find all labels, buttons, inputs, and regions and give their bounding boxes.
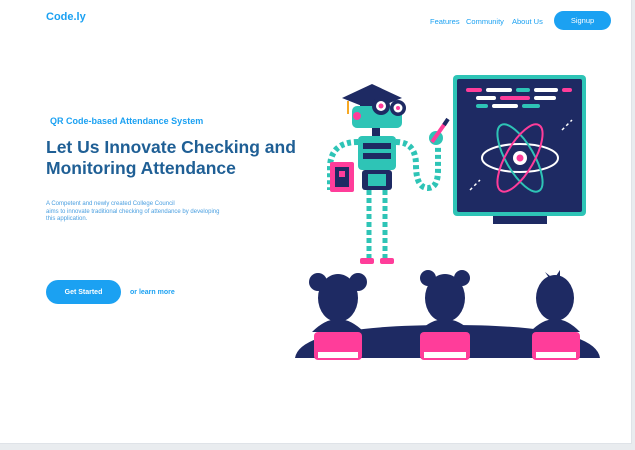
hero-title-line-2: Monitoring Attendance xyxy=(46,158,236,178)
hero-description-line-3: this application. xyxy=(46,216,88,223)
signup-button[interactable]: Signup xyxy=(554,11,611,30)
chalkboard xyxy=(453,75,586,224)
audience xyxy=(295,270,600,360)
robot-teacher xyxy=(327,84,450,264)
hero-title: Let Us Innovate Checking and Monitoring … xyxy=(46,137,306,179)
hero-description-line-2: aims to innovate traditional checking of… xyxy=(46,208,220,215)
learn-more-link[interactable]: or learn more xyxy=(130,289,175,296)
hero-illustration xyxy=(295,75,600,360)
nav-link-community[interactable]: Community xyxy=(466,17,504,26)
hero-title-line-1: Let Us Innovate Checking and xyxy=(46,137,296,157)
nav-link-about-us[interactable]: About Us xyxy=(512,17,543,26)
get-started-button[interactable]: Get Started xyxy=(46,280,121,304)
nav-about[interactable]: About Us xyxy=(512,12,543,30)
hero-description-line-1: A Competent and newly created College Co… xyxy=(46,201,175,207)
brand-logo[interactable]: Code.ly xyxy=(46,11,86,23)
page: Code.ly Features Community About Us Sign… xyxy=(0,0,632,444)
hero-eyebrow: QR Code-based Attendance System xyxy=(50,116,204,126)
nav-features[interactable]: Features xyxy=(430,12,460,30)
nav-community[interactable]: Community xyxy=(466,12,504,30)
nav-link-features[interactable]: Features xyxy=(430,17,460,26)
hero-description: A Competent and newly created College Co… xyxy=(46,201,281,224)
